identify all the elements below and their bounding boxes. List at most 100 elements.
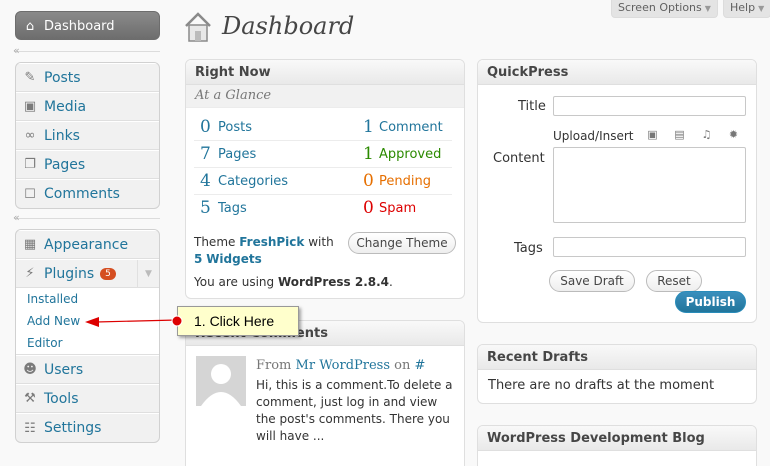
pin-icon: ✎ [24, 70, 36, 85]
menu-dashboard[interactable]: ⌂ Dashboard [15, 11, 160, 40]
help-button[interactable]: Help ▼ [723, 0, 770, 18]
approved-link[interactable]: Approved [379, 147, 441, 162]
pending-count[interactable]: 0 [363, 171, 374, 191]
menu-item-comments[interactable]: ☐ Comments [16, 179, 159, 208]
widget-title[interactable]: WordPress Development Blog [478, 426, 756, 451]
widget-title[interactable]: Right Now [186, 60, 464, 85]
no-drafts-message: There are no drafts at the moment [488, 378, 715, 393]
menu-group-content: ✎ Posts ▣ Media ∞ Links ❐ Pages ☐ Commen… [15, 62, 160, 209]
callout-box: 1. Click Here [177, 306, 299, 336]
comment-author-link[interactable]: Mr WordPress [296, 358, 391, 373]
menu-item-plugins[interactable]: ⚡ Plugins 5 ▼ [16, 259, 159, 288]
add-image-icon[interactable]: ▣ [646, 129, 659, 140]
settings-icon: ☷ [24, 420, 36, 436]
at-a-glance-subtitle: At a Glance [186, 85, 464, 108]
content-textarea[interactable] [553, 147, 746, 223]
comment-excerpt: Hi, this is a comment.To delete a commen… [256, 378, 453, 443]
menu-item-media[interactable]: ▣ Media [16, 92, 159, 121]
media-icon: ▣ [23, 99, 37, 114]
dashboard-house-icon [185, 12, 211, 42]
posts-count[interactable]: 0 [200, 117, 211, 137]
collapse-arrows-icon[interactable]: « [13, 211, 20, 224]
glance-row: 5 Tags 0 Spam [194, 195, 452, 222]
widget-title[interactable]: QuickPress [478, 60, 756, 85]
menu-item-dashboard[interactable]: ⌂ Dashboard [16, 12, 159, 39]
glance-row: 0 Posts 1 Comment [194, 114, 452, 141]
widgets-count-link[interactable]: 5 [194, 252, 202, 266]
dropdown-arrow-icon: ▼ [704, 4, 711, 13]
add-audio-icon[interactable]: ♫ [700, 129, 713, 140]
menu-item-links[interactable]: ∞ Links [16, 121, 159, 150]
page-title: Dashboard [222, 12, 355, 40]
publish-button[interactable]: Publish [675, 291, 746, 313]
submenu-item-add-new[interactable]: Add New [16, 310, 159, 332]
comment-meta: From Mr WordPress on # [256, 358, 425, 373]
dropdown-arrow-icon: ▼ [758, 4, 765, 13]
right-now-widget: Right Now At a Glance 0 Posts 1 Comment … [185, 59, 465, 299]
help-label: Help [730, 1, 756, 14]
submenu-toggle-arrow-icon[interactable]: ▼ [137, 259, 159, 288]
plug-icon: ⚡ [25, 266, 35, 281]
pages-count[interactable]: 7 [200, 144, 211, 164]
pending-link[interactable]: Pending [379, 174, 431, 189]
avatar [196, 356, 246, 406]
menu-item-label: Links [44, 127, 80, 144]
menu-item-label: Pages [44, 156, 86, 173]
menu-item-label: Appearance [44, 236, 129, 253]
dev-blog-widget: WordPress Development Blog [477, 425, 757, 466]
menu-item-label: Tools [44, 390, 79, 407]
glance-row: 4 Categories 0 Pending [194, 168, 452, 195]
save-draft-button[interactable]: Save Draft [549, 270, 635, 292]
screen-options-button[interactable]: Screen Options ▼ [611, 0, 718, 18]
submenu-item-editor[interactable]: Editor [16, 332, 159, 354]
menu-item-appearance[interactable]: ▦ Appearance [16, 230, 159, 259]
menu-item-label: Comments [44, 186, 120, 202]
pages-icon: ❐ [24, 157, 36, 172]
add-media-icon[interactable]: ✹ [727, 129, 740, 140]
tags-label: Tags [514, 241, 543, 256]
screen-options-label: Screen Options [618, 1, 702, 14]
recent-drafts-widget: Recent Drafts There are no drafts at the… [477, 344, 757, 404]
theme-info: Theme FreshPick with 5 Widgets [194, 234, 344, 268]
collapse-arrows-icon[interactable]: « [13, 44, 20, 57]
add-video-icon[interactable]: ▤ [673, 129, 686, 140]
spam-link[interactable]: Spam [379, 201, 416, 216]
version-info: You are using WordPress 2.8.4. [194, 275, 393, 289]
comments-count[interactable]: 1 [363, 117, 374, 137]
tags-link[interactable]: Tags [218, 201, 247, 216]
default-avatar-icon [201, 364, 241, 406]
menu-item-posts[interactable]: ✎ Posts [16, 63, 159, 92]
users-icon: ☻ [23, 362, 37, 377]
pages-link[interactable]: Pages [218, 147, 256, 162]
theme-name-link[interactable]: FreshPick [239, 235, 304, 249]
spam-count[interactable]: 0 [363, 198, 374, 218]
callout-dot-icon [171, 315, 183, 327]
menu-item-tools[interactable]: ⚒ Tools [16, 384, 159, 413]
change-theme-button[interactable]: Change Theme [348, 232, 456, 254]
comment-post-link[interactable]: # [415, 358, 426, 373]
categories-link[interactable]: Categories [218, 174, 288, 189]
menu-separator[interactable]: « [13, 211, 160, 226]
menu-separator[interactable]: « [13, 44, 160, 59]
widget-title[interactable]: Recent Drafts [478, 345, 756, 370]
posts-link[interactable]: Posts [218, 120, 252, 135]
submenu-item-installed[interactable]: Installed [16, 288, 159, 310]
on-label: on [394, 358, 411, 373]
reset-button[interactable]: Reset [646, 270, 702, 292]
title-input[interactable] [553, 96, 746, 116]
approved-count[interactable]: 1 [363, 144, 374, 164]
tags-input[interactable] [553, 237, 746, 257]
menu-item-settings[interactable]: ☷ Settings [16, 413, 159, 442]
version-suffix: . [389, 275, 393, 289]
menu-item-users[interactable]: ☻ Users [16, 355, 159, 384]
theme-with: with [308, 235, 334, 249]
glance-row: 7 Pages 1 Approved [194, 141, 452, 168]
version-text: WordPress 2.8.4 [277, 275, 390, 289]
menu-item-pages[interactable]: ❐ Pages [16, 150, 159, 179]
tags-count[interactable]: 5 [200, 198, 211, 218]
categories-count[interactable]: 4 [200, 171, 211, 191]
widgets-link[interactable]: Widgets [206, 252, 262, 266]
upload-insert-label: Upload/Insert [553, 129, 634, 143]
comments-link[interactable]: Comment [379, 120, 443, 135]
version-prefix: You are using [194, 275, 275, 289]
